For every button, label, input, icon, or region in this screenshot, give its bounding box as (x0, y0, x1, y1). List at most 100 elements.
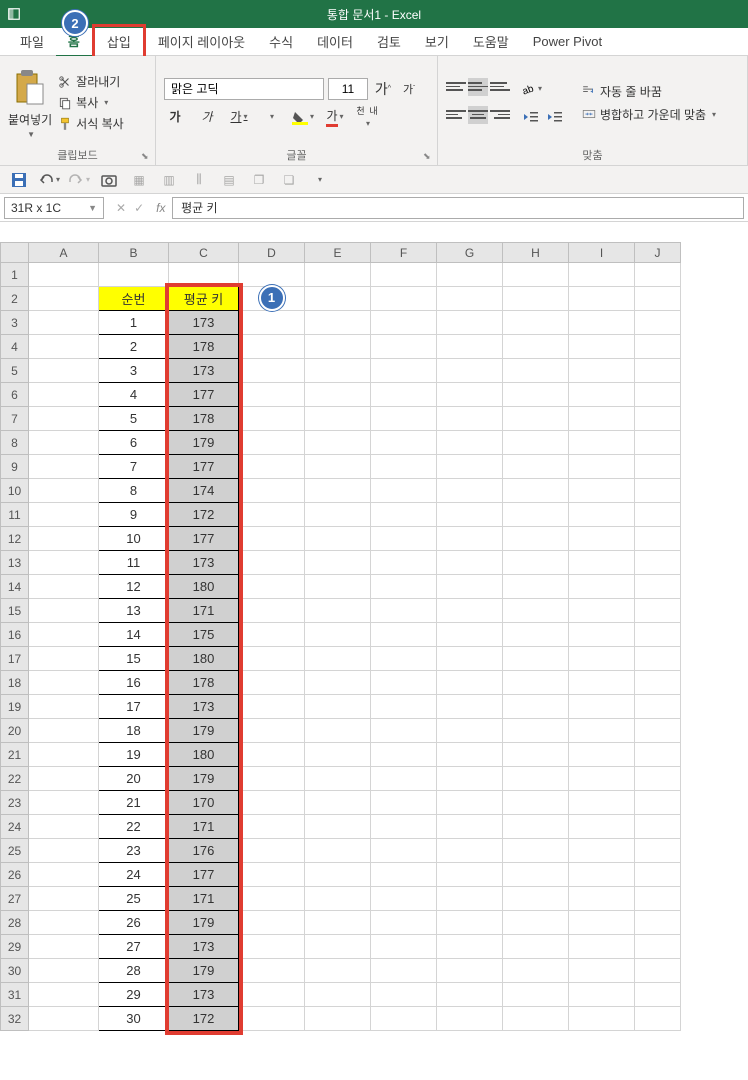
cell-G32[interactable] (437, 1007, 503, 1031)
col-header-J[interactable]: J (635, 243, 681, 263)
row-header-4[interactable]: 4 (1, 335, 29, 359)
cell-G6[interactable] (437, 383, 503, 407)
col-header-H[interactable]: H (503, 243, 569, 263)
cell-F16[interactable] (371, 623, 437, 647)
cell-D9[interactable] (239, 455, 305, 479)
row-header-3[interactable]: 3 (1, 311, 29, 335)
cell-E8[interactable] (305, 431, 371, 455)
tab-파일[interactable]: 파일 (8, 27, 56, 56)
cell-E27[interactable] (305, 887, 371, 911)
cell-F7[interactable] (371, 407, 437, 431)
cell-G23[interactable] (437, 791, 503, 815)
format-painter-button[interactable]: 서식 복사 (58, 115, 124, 132)
cell-F28[interactable] (371, 911, 437, 935)
cell-H29[interactable] (503, 935, 569, 959)
row-header-2[interactable]: 2 (1, 287, 29, 311)
cell-D1[interactable] (239, 263, 305, 287)
cell-I1[interactable] (569, 263, 635, 287)
row-header-13[interactable]: 13 (1, 551, 29, 575)
cell-I28[interactable] (569, 911, 635, 935)
cell-A13[interactable] (29, 551, 99, 575)
cell-D29[interactable] (239, 935, 305, 959)
cell-C5[interactable]: 173 (169, 359, 239, 383)
cell-G15[interactable] (437, 599, 503, 623)
cell-J15[interactable] (635, 599, 681, 623)
cell-J7[interactable] (635, 407, 681, 431)
row-header-1[interactable]: 1 (1, 263, 29, 287)
cell-I15[interactable] (569, 599, 635, 623)
cell-H8[interactable] (503, 431, 569, 455)
cell-I9[interactable] (569, 455, 635, 479)
cell-B13[interactable]: 11 (99, 551, 169, 575)
cell-J5[interactable] (635, 359, 681, 383)
cell-G13[interactable] (437, 551, 503, 575)
row-header-16[interactable]: 16 (1, 623, 29, 647)
cell-H32[interactable] (503, 1007, 569, 1031)
cell-B25[interactable]: 23 (99, 839, 169, 863)
cell-F6[interactable] (371, 383, 437, 407)
increase-font-button[interactable]: 가^ (372, 78, 394, 100)
cell-I32[interactable] (569, 1007, 635, 1031)
cancel-formula-icon[interactable]: ✕ (116, 201, 126, 215)
cell-H11[interactable] (503, 503, 569, 527)
cell-G31[interactable] (437, 983, 503, 1007)
cell-C1[interactable] (169, 263, 239, 287)
cell-A2[interactable] (29, 287, 99, 311)
cell-A7[interactable] (29, 407, 99, 431)
row-header-29[interactable]: 29 (1, 935, 29, 959)
cell-G24[interactable] (437, 815, 503, 839)
cell-G14[interactable] (437, 575, 503, 599)
cell-C3[interactable]: 173 (169, 311, 239, 335)
cell-J11[interactable] (635, 503, 681, 527)
cell-G10[interactable] (437, 479, 503, 503)
cell-J3[interactable] (635, 311, 681, 335)
col-header-E[interactable]: E (305, 243, 371, 263)
qat-icon-3[interactable]: ⫼ (188, 169, 210, 191)
row-header-25[interactable]: 25 (1, 839, 29, 863)
cell-J16[interactable] (635, 623, 681, 647)
cell-I27[interactable] (569, 887, 635, 911)
cell-G29[interactable] (437, 935, 503, 959)
cell-A31[interactable] (29, 983, 99, 1007)
cell-B12[interactable]: 10 (99, 527, 169, 551)
row-header-5[interactable]: 5 (1, 359, 29, 383)
cell-H26[interactable] (503, 863, 569, 887)
decrease-font-button[interactable]: 가ˇ (398, 78, 420, 100)
cell-J10[interactable] (635, 479, 681, 503)
row-header-9[interactable]: 9 (1, 455, 29, 479)
cell-D8[interactable] (239, 431, 305, 455)
cell-I6[interactable] (569, 383, 635, 407)
cell-F19[interactable] (371, 695, 437, 719)
cell-H31[interactable] (503, 983, 569, 1007)
cell-B3[interactable]: 1 (99, 311, 169, 335)
cell-A10[interactable] (29, 479, 99, 503)
cell-H5[interactable] (503, 359, 569, 383)
col-header-A[interactable]: A (29, 243, 99, 263)
cell-C24[interactable]: 171 (169, 815, 239, 839)
cell-H21[interactable] (503, 743, 569, 767)
cell-A11[interactable] (29, 503, 99, 527)
cell-I2[interactable] (569, 287, 635, 311)
undo-button[interactable]: ▾ (38, 169, 60, 191)
cell-A26[interactable] (29, 863, 99, 887)
cut-button[interactable]: 잘라내기 (58, 73, 124, 90)
cell-E19[interactable] (305, 695, 371, 719)
cell-E6[interactable] (305, 383, 371, 407)
col-header-F[interactable]: F (371, 243, 437, 263)
cell-B26[interactable]: 24 (99, 863, 169, 887)
cell-F12[interactable] (371, 527, 437, 551)
cell-B20[interactable]: 18 (99, 719, 169, 743)
cell-E28[interactable] (305, 911, 371, 935)
cell-J19[interactable] (635, 695, 681, 719)
cell-D15[interactable] (239, 599, 305, 623)
cell-C22[interactable]: 179 (169, 767, 239, 791)
align-top-button[interactable] (446, 78, 466, 96)
cell-E16[interactable] (305, 623, 371, 647)
cell-F32[interactable] (371, 1007, 437, 1031)
copy-button[interactable]: 복사 ▾ (58, 94, 124, 111)
cell-H28[interactable] (503, 911, 569, 935)
col-header-G[interactable]: G (437, 243, 503, 263)
cell-B4[interactable]: 2 (99, 335, 169, 359)
cell-D30[interactable] (239, 959, 305, 983)
cell-J18[interactable] (635, 671, 681, 695)
